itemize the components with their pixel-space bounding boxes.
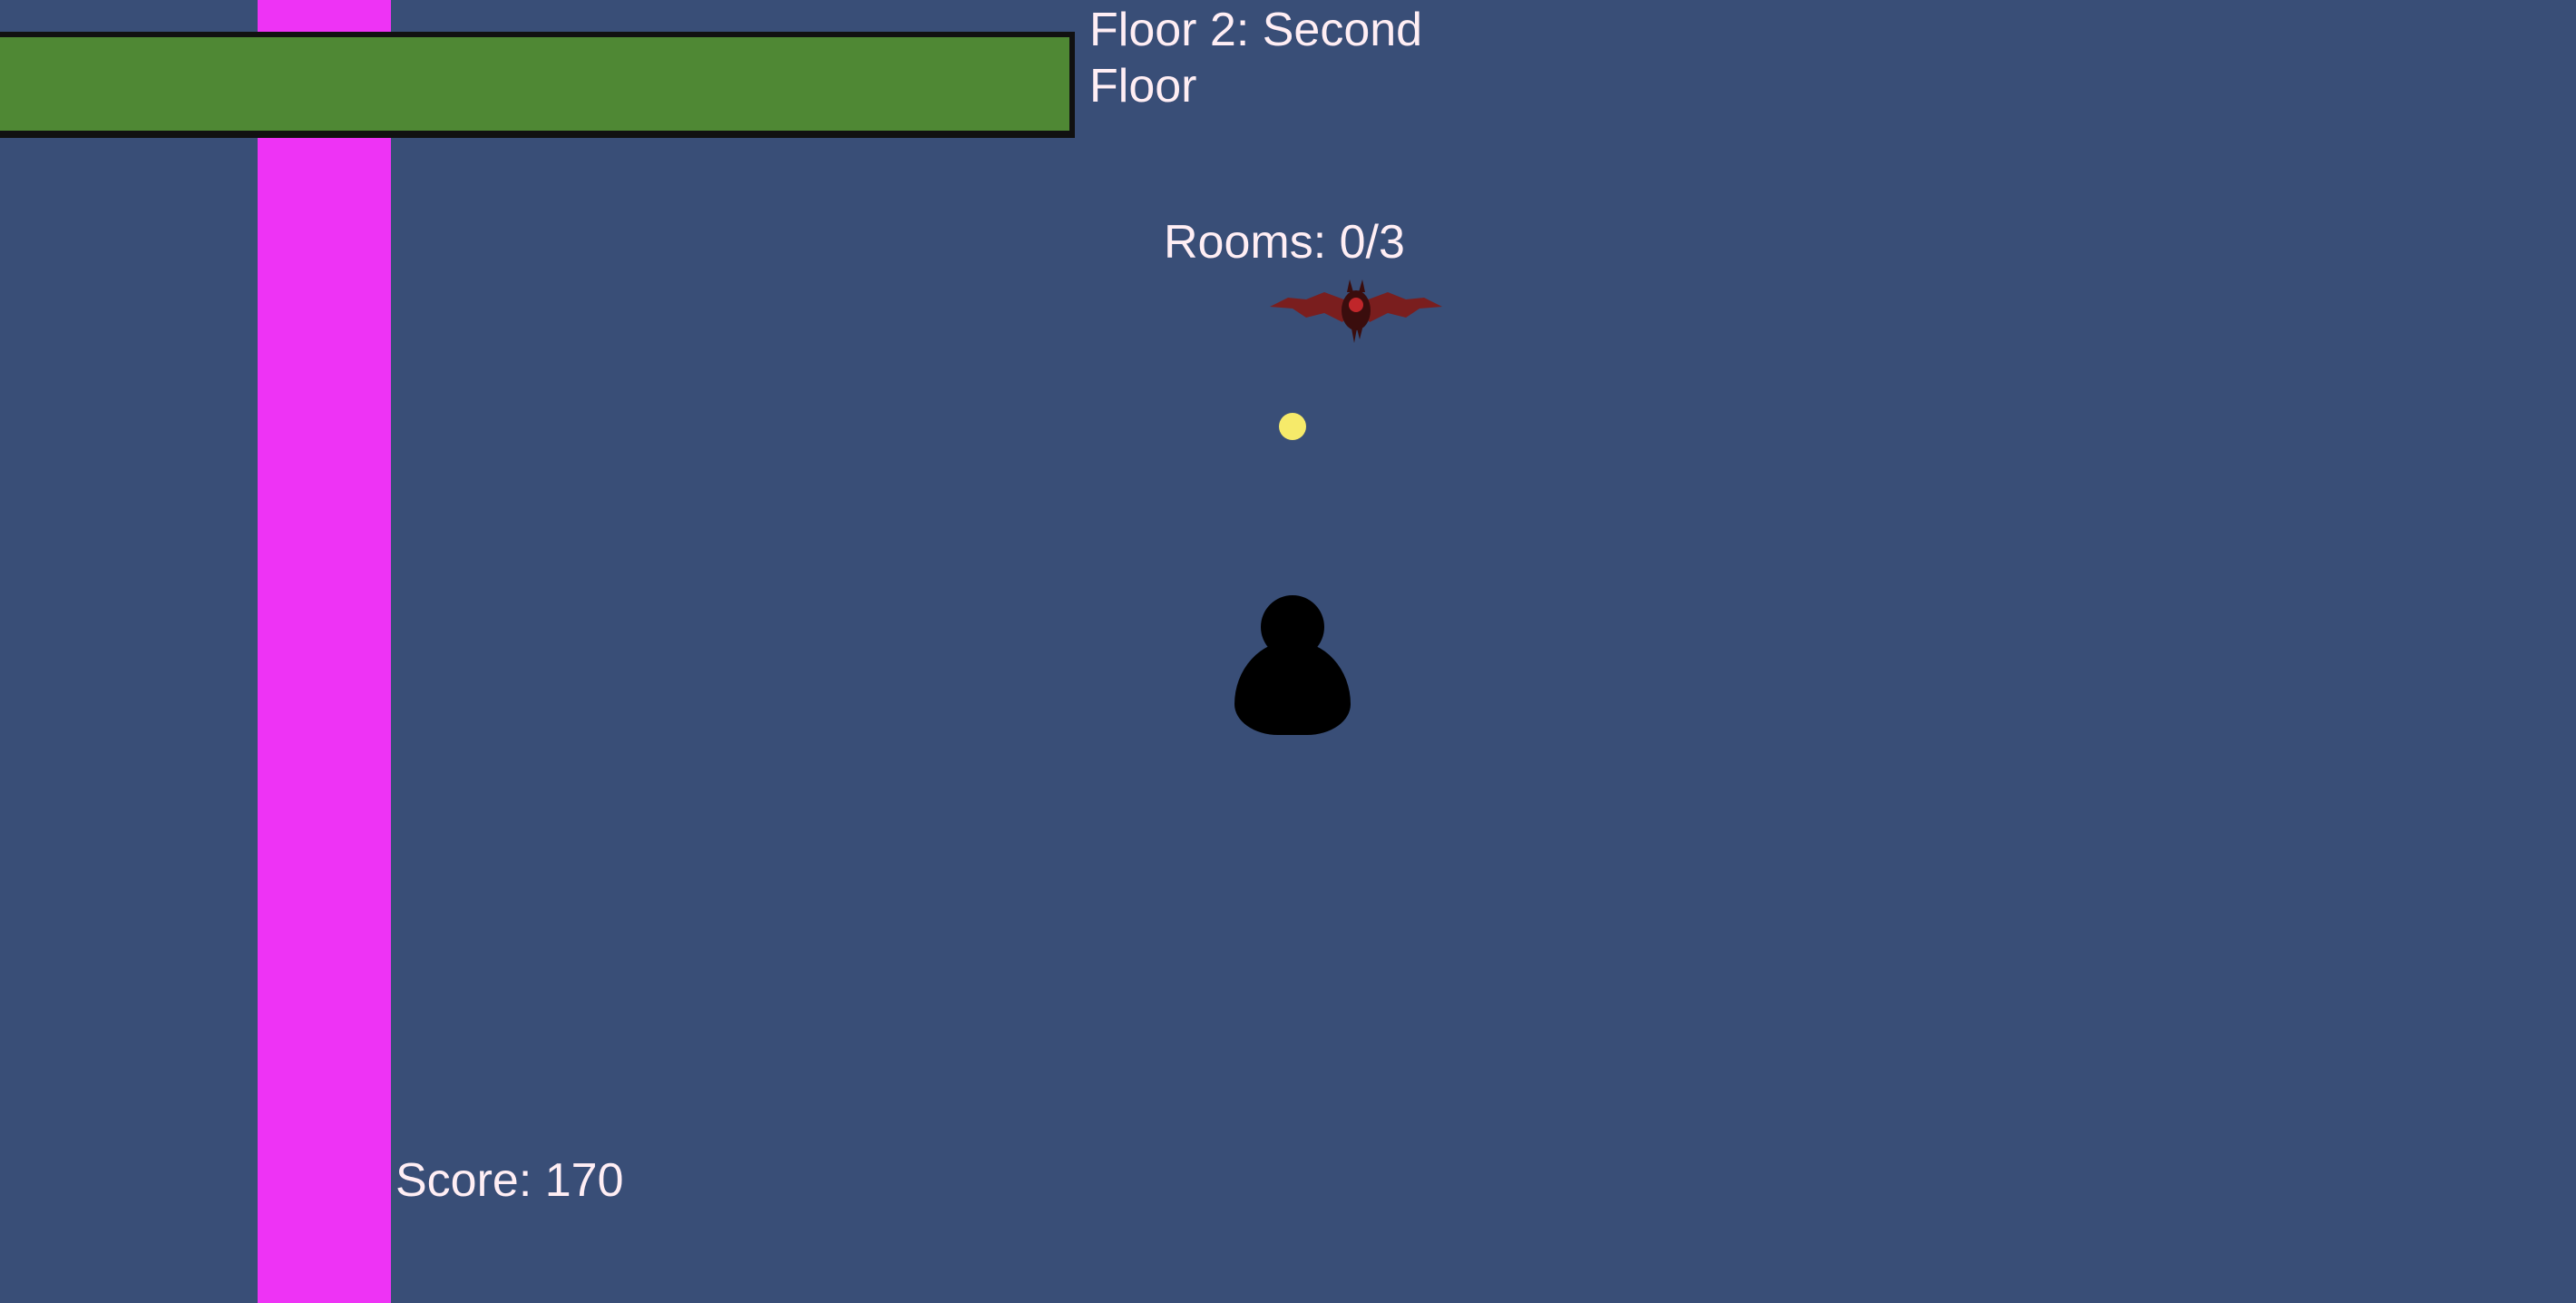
player-silhouette-icon	[1232, 595, 1353, 735]
health-bar	[0, 32, 1075, 138]
magenta-wall	[258, 0, 391, 1303]
score-label: Score: 170	[395, 1154, 624, 1207]
floor-label: Floor 2: Second Floor	[1089, 4, 1423, 113]
bat-icon	[1270, 279, 1442, 343]
game-viewport[interactable]: Floor 2: Second Floor Rooms: 0/3 Score: …	[0, 0, 2576, 1303]
rooms-counter: Rooms: 0/3	[1164, 216, 1405, 269]
orb-icon	[1279, 413, 1306, 440]
player-body	[1234, 641, 1351, 735]
health-bar-fill	[0, 37, 1069, 131]
